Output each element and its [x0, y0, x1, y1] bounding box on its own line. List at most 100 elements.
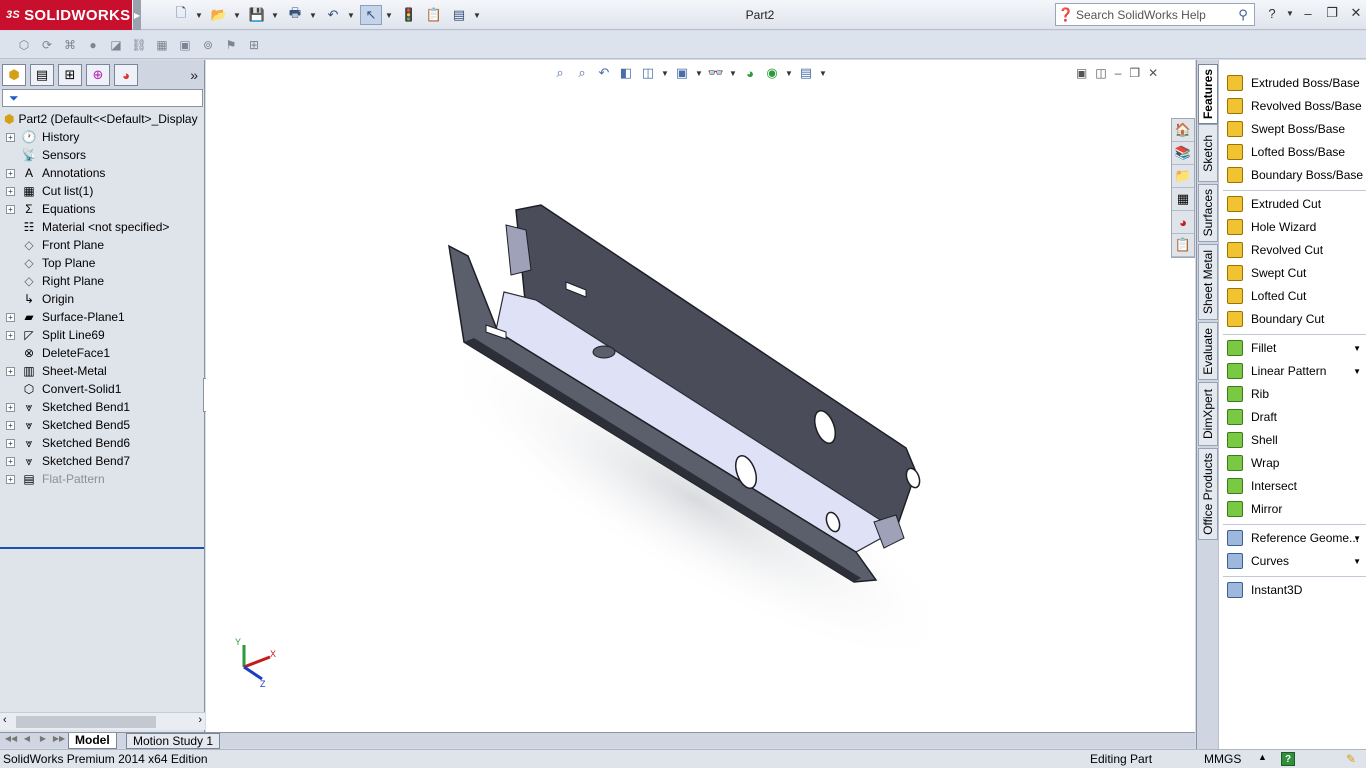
expand-icon[interactable]: +	[6, 366, 15, 376]
measure-toolbar-icon[interactable]: ⊞	[244, 35, 264, 55]
cmd-revolved-cut[interactable]: Revolved Cut	[1227, 240, 1365, 260]
tree-item[interactable]: + ▦ Cut list(1)	[0, 182, 205, 200]
graphics-area[interactable]: ⌕ ⌕ ↶ ◧ ◫▼ ▣▼ 👓▼ ◕ ◉▼ ▤▼ ▣ ◫ – ❐ ✕	[206, 60, 1195, 732]
expand-icon[interactable]: +	[6, 330, 15, 340]
chamfer-toolbar-icon[interactable]: ◪	[106, 35, 126, 55]
pattern-toolbar-icon[interactable]: ▦	[152, 35, 172, 55]
tree-filter-field[interactable]: ⏷	[2, 89, 203, 107]
sweep-toolbar-icon[interactable]: ⌘	[60, 35, 80, 55]
tab-features[interactable]: Features	[1198, 64, 1218, 124]
solidworks-logo[interactable]: 3S SOLIDWORKS	[0, 0, 132, 30]
tree-item[interactable]: ⬡ Convert-Solid1	[0, 380, 205, 398]
solidworks-resources-icon[interactable]: 🏠	[1172, 119, 1194, 142]
tree-horizontal-scrollbar[interactable]: ‹ ›	[0, 712, 205, 730]
last-tab-icon[interactable]: ▶▶	[52, 734, 66, 747]
tab-office-products[interactable]: Office Products	[1198, 448, 1218, 540]
cmd-revolved-boss-base[interactable]: Revolved Boss/Base	[1227, 96, 1365, 116]
tree-item[interactable]: + ⩔ Sketched Bend6	[0, 434, 205, 452]
cmd-lofted-boss-base[interactable]: Lofted Boss/Base	[1227, 142, 1365, 162]
tree-item[interactable]: + Σ Equations	[0, 200, 205, 218]
expand-icon[interactable]: +	[6, 204, 15, 214]
link-toolbar-icon[interactable]: ⛓	[129, 35, 149, 55]
shell-toolbar-icon[interactable]: ▣	[175, 35, 195, 55]
tab-evaluate[interactable]: Evaluate	[1198, 322, 1218, 380]
rollback-bar[interactable]	[0, 547, 204, 549]
scroll-right-icon[interactable]: ›	[198, 714, 202, 726]
tab-motion-study[interactable]: Motion Study 1	[126, 733, 221, 749]
tree-item[interactable]: + A Annotations	[0, 164, 205, 182]
undo-dropdown-icon[interactable]: ▼	[347, 5, 357, 25]
open-folder-icon[interactable]: 📂	[208, 5, 230, 25]
tab-dimxpert[interactable]: DimXpert	[1198, 382, 1218, 446]
units-label[interactable]: MMGS	[1204, 752, 1241, 766]
tree-item[interactable]: + ▰ Surface-Plane1	[0, 308, 205, 326]
extrude-toolbar-icon[interactable]: ⬡	[14, 35, 34, 55]
menu-expand-arrow-icon[interactable]: ▶	[133, 0, 141, 30]
tab-sketch[interactable]: Sketch	[1198, 124, 1218, 182]
units-dropdown-icon[interactable]: ▲	[1258, 752, 1267, 762]
save-icon[interactable]: 💾	[246, 5, 268, 25]
help-menu-icon[interactable]: ?	[1262, 6, 1282, 21]
cmd-wrap[interactable]: Wrap	[1227, 453, 1365, 473]
property-manager-tab-icon[interactable]: ▤	[30, 64, 54, 86]
tree-item[interactable]: ⊗ DeleteFace1	[0, 344, 205, 362]
expand-icon[interactable]: +	[6, 402, 15, 412]
cmd-intersect[interactable]: Intersect	[1227, 476, 1365, 496]
options-dropdown-icon[interactable]: ▼	[473, 5, 483, 25]
cmd-lofted-cut[interactable]: Lofted Cut	[1227, 286, 1365, 306]
hole-toolbar-icon[interactable]: ⊚	[198, 35, 218, 55]
cmd-curves[interactable]: Curves ▼	[1227, 551, 1365, 571]
dimxpert-manager-tab-icon[interactable]: ⊕	[86, 64, 110, 86]
cmd-dropdown-icon[interactable]: ▼	[1353, 534, 1361, 543]
cmd-instant3d[interactable]: Instant3D	[1227, 580, 1365, 600]
help-search-box[interactable]: ❓ Search SolidWorks Help ⚲	[1055, 3, 1255, 26]
expand-icon[interactable]: +	[6, 456, 15, 466]
select-arrow-icon[interactable]: ↖	[360, 5, 382, 25]
expand-icon[interactable]: +	[6, 420, 15, 430]
expand-icon[interactable]: +	[6, 168, 15, 178]
appearances-icon[interactable]: ◕	[1172, 211, 1194, 234]
rebuild-traffic-light-icon[interactable]: 🚦	[398, 5, 420, 25]
cmd-boundary-boss-base[interactable]: Boundary Boss/Base	[1227, 165, 1365, 185]
expand-panel-icon[interactable]: »	[190, 67, 198, 83]
file-properties-icon[interactable]: 📋	[423, 5, 445, 25]
custom-properties-icon[interactable]: 📋	[1172, 234, 1194, 257]
tree-item[interactable]: + ⩔ Sketched Bend7	[0, 452, 205, 470]
tree-item[interactable]: ◇ Right Plane	[0, 272, 205, 290]
options-icon[interactable]: ▤	[448, 5, 470, 25]
first-tab-icon[interactable]: ◀◀	[4, 734, 18, 747]
design-library-icon[interactable]: 📚	[1172, 142, 1194, 165]
minimize-icon[interactable]: –	[1298, 6, 1318, 21]
tree-item[interactable]: ☷ Material <not specified>	[0, 218, 205, 236]
tree-item[interactable]: 📡 Sensors	[0, 146, 205, 164]
cmd-reference-geome[interactable]: Reference Geome... ▼	[1227, 528, 1365, 548]
sheet-metal-part-model[interactable]	[206, 60, 1195, 732]
cmd-boundary-cut[interactable]: Boundary Cut	[1227, 309, 1365, 329]
tab-model[interactable]: Model	[68, 733, 117, 749]
new-document-icon[interactable]: 🗋	[170, 5, 192, 25]
scroll-thumb[interactable]	[16, 716, 156, 728]
cmd-draft[interactable]: Draft	[1227, 407, 1365, 427]
tree-item[interactable]: + 🕐 History	[0, 128, 205, 146]
tree-item[interactable]: ↳ Origin	[0, 290, 205, 308]
scroll-left-icon[interactable]: ‹	[3, 714, 7, 726]
tab-sheet-metal[interactable]: Sheet Metal	[1198, 244, 1218, 320]
quick-tips-help-icon[interactable]: ?	[1281, 752, 1295, 766]
print-icon[interactable]: 🖶	[284, 5, 306, 25]
expand-icon[interactable]: +	[6, 186, 15, 196]
open-dropdown-icon[interactable]: ▼	[233, 5, 243, 25]
cmd-extruded-boss-base[interactable]: Extruded Boss/Base	[1227, 73, 1365, 93]
tree-item[interactable]: ◇ Top Plane	[0, 254, 205, 272]
file-explorer-icon[interactable]: 📁	[1172, 165, 1194, 188]
tree-item[interactable]: + ▥ Sheet-Metal	[0, 362, 205, 380]
tab-surfaces[interactable]: Surfaces	[1198, 184, 1218, 242]
notification-icon[interactable]: ✎	[1346, 752, 1356, 766]
save-dropdown-icon[interactable]: ▼	[271, 5, 281, 25]
cmd-mirror[interactable]: Mirror	[1227, 499, 1365, 519]
view-palette-icon[interactable]: ▦	[1172, 188, 1194, 211]
cmd-dropdown-icon[interactable]: ▼	[1353, 367, 1361, 376]
prev-tab-icon[interactable]: ◀	[20, 734, 34, 747]
tree-item[interactable]: ◇ Front Plane	[0, 236, 205, 254]
fillet-toolbar-icon[interactable]: ●	[83, 35, 103, 55]
tree-item[interactable]: + ◸ Split Line69	[0, 326, 205, 344]
